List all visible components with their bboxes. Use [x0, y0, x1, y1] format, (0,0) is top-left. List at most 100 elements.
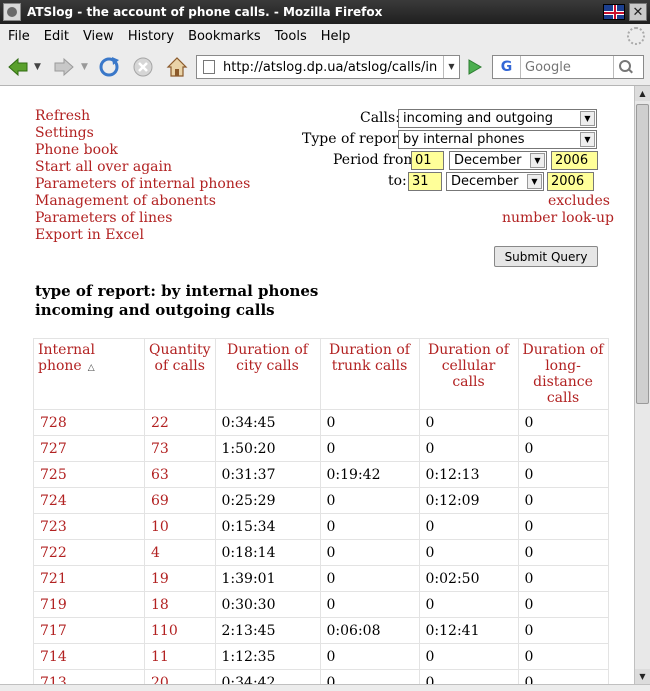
long-distance-duration: 0	[517, 539, 609, 566]
google-engine-icon[interactable]: G	[493, 56, 521, 78]
menu-bookmarks[interactable]: Bookmarks	[180, 29, 267, 44]
cellular-duration: 0	[418, 513, 519, 540]
quantity-link[interactable]: 18	[144, 591, 216, 618]
report-type-select[interactable]: by internal phones ▼	[398, 130, 597, 149]
navigation-toolbar: ▼ ▼ http://atslog.dp.ua/atslog/calls/in …	[0, 48, 650, 86]
url-bar[interactable]: http://atslog.dp.ua/atslog/calls/in ▼	[196, 55, 460, 79]
quantity-link[interactable]: 20	[144, 669, 216, 684]
back-history-dropdown-icon[interactable]: ▼	[34, 55, 44, 79]
table-row: 714 11 1:12:35 0 0 0	[33, 643, 609, 670]
quantity-link[interactable]: 69	[144, 487, 216, 514]
link-settings[interactable]: Settings	[35, 125, 250, 142]
phone-link[interactable]: 722	[33, 539, 145, 566]
table-row: 722 4 0:18:14 0 0 0	[33, 539, 609, 566]
quantity-link[interactable]: 10	[144, 513, 216, 540]
table-header-row: Internal phone △ Quantity of calls Durati…	[33, 338, 609, 410]
forward-history-dropdown-icon[interactable]: ▼	[81, 55, 91, 79]
quantity-link[interactable]: 110	[144, 617, 216, 644]
phone-link[interactable]: 721	[33, 565, 145, 592]
phone-link[interactable]: 725	[33, 461, 145, 488]
phone-link[interactable]: 728	[33, 409, 145, 436]
status-strip	[0, 684, 650, 691]
phone-link[interactable]: 714	[33, 643, 145, 670]
window-title: ATSlog - the account of phone calls. - M…	[27, 5, 383, 19]
col-header-cellular[interactable]: Duration of cellular calls	[418, 338, 519, 410]
scroll-down-icon[interactable]: ▼	[635, 669, 650, 684]
reload-icon[interactable]	[97, 55, 121, 79]
from-day-input[interactable]: 01	[411, 151, 444, 170]
menu-edit[interactable]: Edit	[36, 29, 75, 44]
phone-link[interactable]: 723	[33, 513, 145, 540]
search-input[interactable]	[521, 58, 613, 76]
report-title-line1: type of report: by internal phones	[35, 282, 319, 300]
go-arrow-icon[interactable]	[463, 55, 485, 79]
menu-tools[interactable]: Tools	[267, 29, 313, 44]
to-day-input[interactable]: 31	[408, 172, 442, 191]
menu-view[interactable]: View	[75, 29, 120, 44]
city-duration: 0:34:42	[214, 669, 321, 684]
phone-link[interactable]: 713	[33, 669, 145, 684]
city-duration: 0:18:14	[214, 539, 321, 566]
city-duration: 0:31:37	[214, 461, 321, 488]
link-start-over[interactable]: Start all over again	[35, 159, 250, 176]
quantity-link[interactable]: 11	[144, 643, 216, 670]
phone-link[interactable]: 727	[33, 435, 145, 462]
menu-file[interactable]: File	[0, 29, 36, 44]
link-refresh[interactable]: Refresh	[35, 108, 250, 125]
close-window-button[interactable]: ✕	[629, 3, 647, 21]
table-row: 721 19 1:39:01 0 0:02:50 0	[33, 565, 609, 592]
submit-query-button[interactable]: Submit Query	[494, 246, 598, 267]
city-duration: 1:12:35	[214, 643, 321, 670]
col-header-internal-phone[interactable]: Internal phone △	[33, 338, 145, 410]
quantity-link[interactable]: 63	[144, 461, 216, 488]
col-header-quantity[interactable]: Quantity of calls	[144, 338, 216, 410]
uk-flag-icon[interactable]	[603, 4, 625, 20]
sort-ascending-icon[interactable]: △	[88, 363, 95, 373]
col-header-city[interactable]: Duration of city calls	[214, 338, 321, 410]
from-month-select[interactable]: December ▼	[449, 151, 547, 170]
table-row: 719 18 0:30:30 0 0 0	[33, 591, 609, 618]
menu-help[interactable]: Help	[313, 29, 357, 44]
home-icon[interactable]	[165, 55, 189, 79]
menu-history[interactable]: History	[120, 29, 180, 44]
quantity-link[interactable]: 73	[144, 435, 216, 462]
col-header-trunk[interactable]: Duration of trunk calls	[319, 338, 420, 410]
from-year-input[interactable]: 2006	[551, 151, 598, 170]
search-bar[interactable]: G	[492, 55, 644, 79]
table-row: 728 22 0:34:45 0 0 0	[33, 409, 609, 436]
quantity-link[interactable]: 4	[144, 539, 216, 566]
trunk-duration: 0	[319, 539, 420, 566]
forward-arrow-icon[interactable]	[52, 55, 76, 79]
col-header-long-distance[interactable]: Duration of long-distance calls	[517, 338, 609, 410]
vertical-scrollbar[interactable]: ▲ ▼	[634, 86, 650, 684]
phone-link[interactable]: 717	[33, 617, 145, 644]
phone-link[interactable]: 719	[33, 591, 145, 618]
url-history-dropdown-icon[interactable]: ▼	[443, 56, 459, 78]
scrollbar-thumb[interactable]	[636, 104, 649, 404]
link-phone-book[interactable]: Phone book	[35, 142, 250, 159]
to-year-input[interactable]: 2006	[547, 172, 594, 191]
link-internal-phones[interactable]: Parameters of internal phones	[35, 176, 250, 193]
excludes-link[interactable]: excludes	[548, 193, 610, 209]
link-parameters-lines[interactable]: Parameters of lines	[35, 210, 250, 227]
quantity-link[interactable]: 19	[144, 565, 216, 592]
back-arrow-icon[interactable]	[6, 55, 30, 79]
to-label: to:	[388, 173, 407, 189]
stop-icon[interactable]	[131, 55, 155, 79]
calls-select[interactable]: incoming and outgoing ▼	[398, 109, 597, 128]
window-title-bar: ATSlog - the account of phone calls. - M…	[0, 0, 650, 24]
link-export-excel[interactable]: Export in Excel	[35, 227, 250, 244]
search-icon[interactable]	[613, 56, 637, 78]
link-management-abonents[interactable]: Management of abonents	[35, 193, 250, 210]
scroll-up-icon[interactable]: ▲	[635, 86, 650, 101]
to-month-select[interactable]: December ▼	[446, 172, 544, 191]
report-title-line2: incoming and outgoing calls	[35, 301, 275, 319]
city-duration: 0:34:45	[214, 409, 321, 436]
number-lookup-link[interactable]: number look-up	[502, 210, 614, 226]
cellular-duration: 0:02:50	[418, 565, 519, 592]
city-duration: 1:50:20	[214, 435, 321, 462]
phone-link[interactable]: 724	[33, 487, 145, 514]
url-text[interactable]: http://atslog.dp.ua/atslog/calls/in	[223, 60, 443, 75]
city-duration: 2:13:45	[214, 617, 321, 644]
quantity-link[interactable]: 22	[144, 409, 216, 436]
